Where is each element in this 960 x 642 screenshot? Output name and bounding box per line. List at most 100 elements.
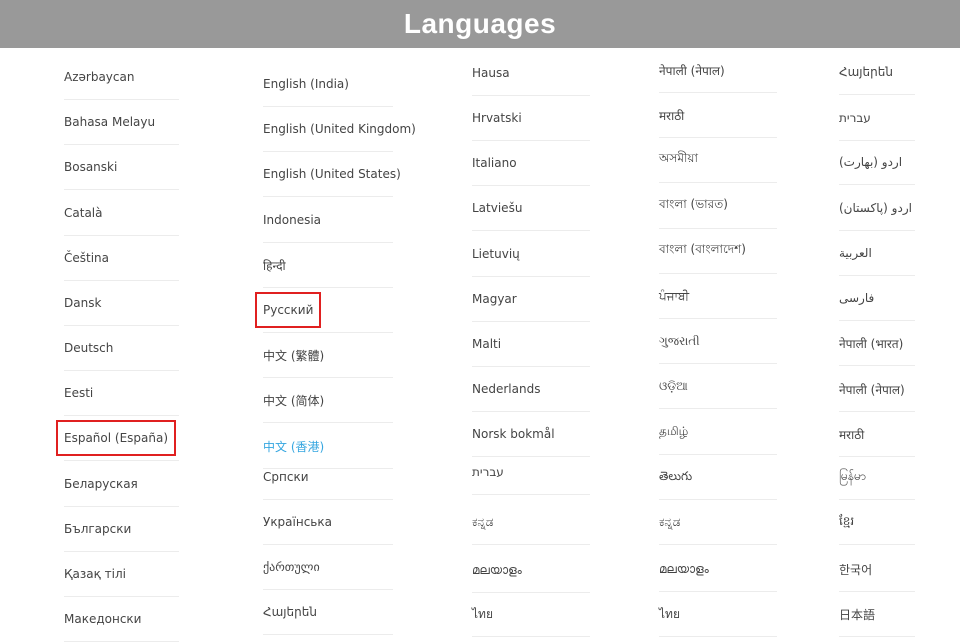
language-label: ქართული	[263, 560, 320, 574]
language-item[interactable]: ਪੰਜਾਬੀ	[659, 274, 777, 319]
language-item[interactable]: Indonesia	[263, 198, 393, 243]
language-item[interactable]: ไทย	[472, 592, 590, 637]
language-item[interactable]: Bahasa Melayu	[64, 100, 179, 145]
language-item[interactable]: English (India)	[263, 62, 393, 107]
highlight-box	[56, 420, 176, 456]
language-item[interactable]: ქართული	[263, 545, 393, 590]
language-label: ଓଡ଼ିଆ	[659, 378, 688, 393]
language-label: 日本語	[839, 607, 876, 622]
language-label: ไทย	[472, 606, 493, 621]
language-item[interactable]: Lietuvių	[472, 232, 590, 277]
language-label: 中文 (香港)	[263, 439, 325, 454]
language-item[interactable]: Eesti	[64, 371, 179, 416]
language-item[interactable]: Malti	[472, 322, 590, 367]
language-item[interactable]: 中文 (繁體)	[263, 333, 393, 378]
title-bar: Languages	[0, 0, 960, 48]
language-item[interactable]: ಕನ್ನಡ	[472, 500, 590, 545]
language-label: ไทย	[659, 606, 680, 621]
language-item[interactable]: Српски	[263, 455, 393, 500]
language-item[interactable]: தமிழ்	[659, 410, 777, 455]
language-label: മലയാളം	[659, 561, 709, 576]
language-item[interactable]: Қазақ тілі	[64, 552, 179, 597]
language-item[interactable]: Български	[64, 507, 179, 552]
language-item[interactable]: বাংলা (ভারত)	[659, 184, 777, 229]
language-item[interactable]: বাংলা (বাংলাদেশ)	[659, 229, 777, 274]
language-label: Српски	[263, 470, 309, 484]
language-label: অসমীয়া	[659, 151, 698, 165]
language-label: Eesti	[64, 386, 94, 400]
language-item[interactable]: Deutsch	[64, 326, 179, 371]
language-item[interactable]: עברית	[839, 96, 915, 141]
language-label: हिन्दी	[263, 258, 286, 273]
language-item[interactable]: Македонски	[64, 597, 179, 642]
language-label: ਪੰਜਾਬੀ	[659, 288, 690, 303]
language-item[interactable]: 한국어	[839, 547, 915, 592]
language-label: मराठी	[659, 108, 685, 123]
language-item[interactable]: മലയാളം	[472, 548, 590, 593]
language-label: ខ្មែរ	[839, 514, 855, 528]
language-item[interactable]: اردو (بھارت)	[839, 140, 915, 185]
language-item[interactable]: ខ្មែរ	[839, 500, 915, 545]
language-item[interactable]: Čeština	[64, 236, 179, 281]
language-item[interactable]: Hrvatski	[472, 96, 590, 141]
language-item[interactable]: English (United Kingdom)	[263, 107, 416, 152]
language-item[interactable]: Bosanski	[64, 145, 179, 190]
language-item[interactable]: Беларуская	[64, 462, 179, 507]
language-label: Հայերեն	[263, 605, 317, 619]
language-item[interactable]: Magyar	[472, 277, 590, 322]
language-label: 한국어	[839, 562, 873, 577]
language-item[interactable]: עברית	[472, 450, 590, 495]
language-label: اردو (پاکستان)	[839, 201, 912, 215]
language-label: Nederlands	[472, 382, 541, 396]
language-item[interactable]: العربية	[839, 231, 915, 276]
language-item[interactable]: हिन्दी	[263, 243, 393, 288]
language-label: فارسی	[839, 291, 875, 305]
language-item[interactable]: 中文 (简体)	[263, 378, 393, 423]
language-label: नेपाली (नेपाल)	[659, 63, 725, 78]
language-item[interactable]: অসমীয়া	[659, 138, 777, 183]
language-item[interactable]: नेपाली (नेपाल)	[839, 367, 915, 412]
language-item[interactable]: मराठी	[659, 93, 777, 138]
language-item[interactable]: ଓଡ଼ିଆ	[659, 364, 777, 409]
language-item[interactable]: Italiano	[472, 141, 590, 186]
language-item[interactable]: English (United States)	[263, 152, 401, 197]
language-label: Bahasa Melayu	[64, 115, 156, 129]
language-item[interactable]: ગુજરાતી	[659, 319, 777, 364]
language-label: Dansk	[64, 296, 102, 310]
language-label: Azərbaycan	[64, 70, 135, 84]
language-label: Українська	[263, 515, 332, 529]
language-label: Македонски	[64, 612, 142, 626]
language-label: বাংলা (ভারত)	[659, 197, 728, 211]
language-item[interactable]: Azərbaycan	[64, 55, 179, 100]
language-item[interactable]: Català	[64, 191, 179, 236]
language-label: मराठी	[839, 427, 865, 442]
language-item[interactable]: తెలుగు	[659, 455, 777, 500]
language-item[interactable]: नेपाली (नेपाल)	[659, 48, 777, 93]
language-item[interactable]: Հայերեն	[839, 50, 915, 95]
language-label: తెలుగు	[659, 468, 693, 483]
language-label: Latviešu	[472, 201, 523, 215]
language-item[interactable]: اردو (پاکستان)	[839, 186, 915, 231]
language-item[interactable]: Українська	[263, 500, 393, 545]
language-item[interactable]: ไทย	[659, 592, 777, 637]
language-item[interactable]: ಕನ್ನಡ	[659, 500, 777, 545]
language-label: Bosanski	[64, 160, 118, 174]
language-label: Malti	[472, 337, 502, 351]
language-item[interactable]: 日本語	[839, 592, 915, 637]
language-item[interactable]: മലയാളം	[659, 547, 777, 592]
language-item[interactable]: Dansk	[64, 281, 179, 326]
language-item[interactable]: Հայերեն	[263, 590, 393, 635]
language-item[interactable]: नेपाली (भारत)	[839, 321, 915, 366]
language-item[interactable]: Latviešu	[472, 186, 590, 231]
language-label: Català	[64, 206, 103, 220]
language-item[interactable]: မြန်မာ	[839, 455, 915, 500]
language-label: 中文 (简体)	[263, 393, 325, 408]
language-item[interactable]: मराठी	[839, 412, 915, 457]
language-item[interactable]: فارسی	[839, 276, 915, 321]
language-label: नेपाली (नेपाल)	[839, 382, 905, 397]
language-label: Български	[64, 522, 132, 536]
language-label: English (United Kingdom)	[263, 122, 416, 136]
language-item[interactable]: Nederlands	[472, 367, 590, 412]
language-item[interactable]: Hausa	[472, 51, 590, 96]
language-label: Беларуская	[64, 477, 138, 491]
